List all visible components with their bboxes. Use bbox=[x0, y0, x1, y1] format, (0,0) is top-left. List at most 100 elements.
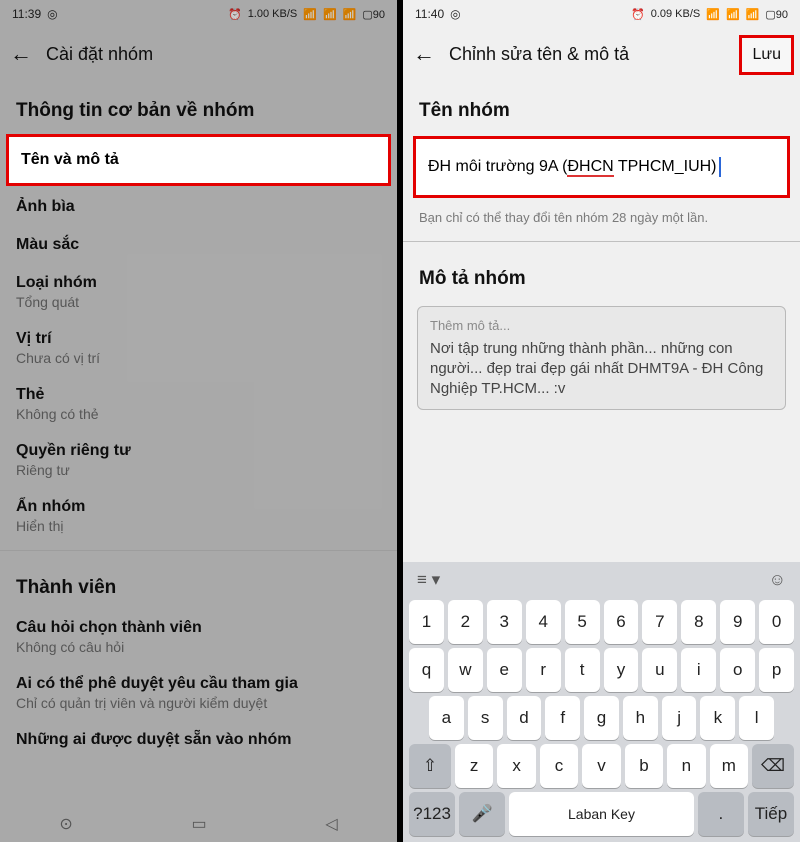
section-desc-title: Mô tả nhóm bbox=[419, 268, 784, 290]
key-t[interactable]: t bbox=[565, 648, 600, 692]
key-v[interactable]: v bbox=[582, 744, 620, 788]
key-d[interactable]: d bbox=[507, 696, 542, 740]
mic-key[interactable]: 🎤 bbox=[459, 792, 505, 836]
key-k[interactable]: k bbox=[700, 696, 735, 740]
row-privacy[interactable]: Quyền riêng tư Riêng tư bbox=[0, 432, 397, 488]
desc-text: Nơi tập trung những thành phần... những … bbox=[430, 339, 773, 400]
status-net: 0.09 KB/S bbox=[651, 8, 701, 20]
wifi-icon: 📶 bbox=[303, 8, 317, 21]
status-net: 1.00 KB/S bbox=[248, 8, 298, 20]
section-basic-title: Thông tin cơ bản về nhóm bbox=[16, 100, 381, 122]
kb-emoji-icon[interactable]: ☺ bbox=[769, 570, 786, 590]
save-button[interactable]: Lưu bbox=[739, 35, 794, 75]
row-approve[interactable]: Ai có thể phê duyệt yêu cầu tham gia Chỉ… bbox=[0, 665, 397, 721]
key-i[interactable]: i bbox=[681, 648, 716, 692]
key-q[interactable]: q bbox=[409, 648, 444, 692]
shift-key[interactable]: ⇧ bbox=[409, 744, 451, 788]
key-m[interactable]: m bbox=[710, 744, 748, 788]
key-h[interactable]: h bbox=[623, 696, 658, 740]
group-name-input[interactable]: ĐH môi trường 9A (ĐHCN TPHCM_IUH) bbox=[413, 136, 790, 198]
nav-recent-icon[interactable]: ⊙ bbox=[59, 814, 72, 834]
key-b[interactable]: b bbox=[625, 744, 663, 788]
signal-icon: 📶 bbox=[726, 8, 740, 21]
key-e[interactable]: e bbox=[487, 648, 522, 692]
helper-text: Bạn chỉ có thể thay đổi tên nhóm 28 ngày… bbox=[403, 206, 800, 235]
divider bbox=[0, 550, 397, 551]
wifi-icon: 📶 bbox=[706, 8, 720, 21]
keyboard-toolbar: ≡ ▾ ☺ bbox=[407, 566, 796, 596]
back-icon[interactable]: ← bbox=[10, 41, 32, 67]
row-location[interactable]: Vị trí Chưa có vị trí bbox=[0, 320, 397, 376]
status-time: 11:39 bbox=[12, 7, 41, 21]
group-desc-input[interactable]: Thêm mô tả... Nơi tập trung những thành … bbox=[417, 306, 786, 410]
key-c[interactable]: c bbox=[540, 744, 578, 788]
battery-icon: ▢90 bbox=[765, 8, 788, 21]
row-cover[interactable]: Ảnh bìa bbox=[0, 188, 397, 226]
alarm-icon: ⏰ bbox=[631, 8, 645, 21]
section-name-title: Tên nhóm bbox=[419, 100, 784, 122]
row-questions[interactable]: Câu hỏi chọn thành viên Không có câu hỏi bbox=[0, 609, 397, 665]
keyboard: ≡ ▾ ☺ 1234567890 qwertyuiop asdfghjkl ⇧ … bbox=[403, 562, 800, 842]
key-n[interactable]: n bbox=[667, 744, 705, 788]
alarm-icon: ⏰ bbox=[228, 8, 242, 21]
key-2[interactable]: 2 bbox=[448, 600, 483, 644]
signal-icon: 📶 bbox=[323, 8, 337, 21]
text-cursor bbox=[719, 157, 721, 177]
kb-menu-icon[interactable]: ≡ ▾ bbox=[417, 570, 440, 590]
key-a[interactable]: a bbox=[429, 696, 464, 740]
back-icon[interactable]: ← bbox=[413, 41, 435, 67]
key-9[interactable]: 9 bbox=[720, 600, 755, 644]
key-1[interactable]: 1 bbox=[409, 600, 444, 644]
key-6[interactable]: 6 bbox=[604, 600, 639, 644]
row-tags[interactable]: Thẻ Không có thẻ bbox=[0, 376, 397, 432]
row-name-desc[interactable]: Tên và mô tả bbox=[6, 134, 391, 186]
divider bbox=[403, 241, 800, 242]
key-l[interactable]: l bbox=[739, 696, 774, 740]
space-key[interactable]: Laban Key bbox=[509, 792, 694, 836]
nav-home-icon[interactable]: ▭ bbox=[191, 814, 206, 834]
key-4[interactable]: 4 bbox=[526, 600, 561, 644]
nav-back-icon[interactable]: ◁ bbox=[325, 814, 337, 834]
screen-edit-name: 11:40 ◎ ⏰ 0.09 KB/S 📶 📶 📶 ▢90 ← Chỉnh sử… bbox=[403, 0, 800, 842]
kb-row-numbers: 1234567890 bbox=[409, 600, 794, 644]
status-bar: 11:39 ◎ ⏰ 1.00 KB/S 📶 📶 📶 ▢90 bbox=[0, 0, 397, 28]
row-label: Tên và mô tả bbox=[21, 151, 376, 169]
section-members-title: Thành viên bbox=[16, 577, 381, 599]
backspace-key[interactable]: ⌫ bbox=[752, 744, 794, 788]
key-j[interactable]: j bbox=[662, 696, 697, 740]
desc-placeholder: Thêm mô tả... bbox=[430, 317, 773, 335]
screen-group-settings: 11:39 ◎ ⏰ 1.00 KB/S 📶 📶 📶 ▢90 ← Cài đặt … bbox=[0, 0, 397, 842]
signal-icon: 📶 bbox=[343, 8, 357, 21]
appbar-title: Cài đặt nhóm bbox=[46, 44, 153, 65]
key-r[interactable]: r bbox=[526, 648, 561, 692]
signal-icon: 📶 bbox=[746, 8, 760, 21]
row-preapprove[interactable]: Những ai được duyệt sẵn vào nhóm bbox=[0, 721, 397, 759]
key-7[interactable]: 7 bbox=[642, 600, 677, 644]
key-z[interactable]: z bbox=[455, 744, 493, 788]
symbols-key[interactable]: ?123 bbox=[409, 792, 455, 836]
key-s[interactable]: s bbox=[468, 696, 503, 740]
key-w[interactable]: w bbox=[448, 648, 483, 692]
period-key[interactable]: . bbox=[698, 792, 744, 836]
row-color[interactable]: Màu sắc bbox=[0, 226, 397, 264]
nav-bar: ⊙ ▭ ◁ bbox=[0, 806, 397, 842]
key-0[interactable]: 0 bbox=[759, 600, 794, 644]
row-type[interactable]: Loại nhóm Tổng quát bbox=[0, 264, 397, 320]
key-o[interactable]: o bbox=[720, 648, 755, 692]
appbar-title: Chỉnh sửa tên & mô tả bbox=[449, 44, 629, 65]
key-8[interactable]: 8 bbox=[681, 600, 716, 644]
battery-icon: ▢90 bbox=[362, 8, 385, 21]
key-3[interactable]: 3 bbox=[487, 600, 522, 644]
key-5[interactable]: 5 bbox=[565, 600, 600, 644]
key-u[interactable]: u bbox=[642, 648, 677, 692]
enter-key[interactable]: Tiếp bbox=[748, 792, 794, 836]
key-y[interactable]: y bbox=[604, 648, 639, 692]
kb-row-letters2: asdfghjkl bbox=[409, 696, 794, 740]
key-f[interactable]: f bbox=[545, 696, 580, 740]
row-hide[interactable]: Ẩn nhóm Hiển thị bbox=[0, 488, 397, 544]
key-x[interactable]: x bbox=[497, 744, 535, 788]
status-time: 11:40 bbox=[415, 7, 444, 21]
key-p[interactable]: p bbox=[759, 648, 794, 692]
key-g[interactable]: g bbox=[584, 696, 619, 740]
kb-row-bottom: ?123 🎤 Laban Key . Tiếp bbox=[409, 792, 794, 836]
